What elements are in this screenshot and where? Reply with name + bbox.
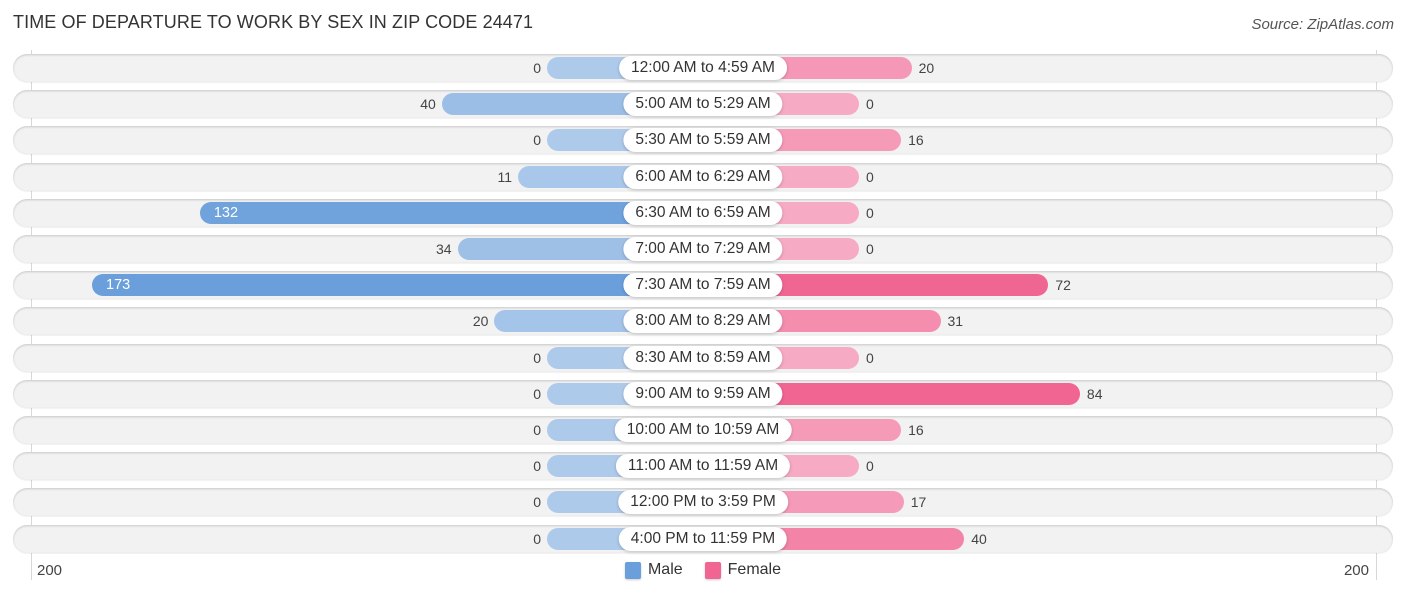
category-label: 5:30 AM to 5:59 AM — [623, 128, 783, 153]
male-value-label: 0 — [533, 458, 541, 475]
male-value-label: 173 — [106, 277, 131, 294]
female-value-label: 0 — [866, 241, 874, 257]
male-value-label: 0 — [533, 132, 541, 149]
male-value-label: 132 — [213, 204, 239, 221]
female-value-label: 17 — [910, 494, 927, 511]
legend-label-male: Male — [647, 561, 683, 578]
legend-label-female: Female — [727, 561, 782, 578]
category-label: 7:00 AM to 7:29 AM — [623, 237, 783, 261]
male-value-label: 20 — [472, 313, 489, 330]
category-label: 7:30 AM to 7:59 AM — [623, 273, 783, 298]
category-label: 12:00 AM to 4:59 AM — [619, 56, 787, 80]
category-label: 8:00 AM to 8:29 AM — [623, 309, 783, 334]
female-value-label: 72 — [1055, 277, 1071, 294]
female-value-label: 31 — [947, 313, 964, 330]
female-value-label: 0 — [866, 458, 874, 475]
legend-swatch-male — [624, 561, 641, 579]
male-value-label: 11 — [497, 168, 513, 185]
category-label: 11:00 AM to 11:59 AM — [615, 454, 791, 479]
female-value-label: 0 — [866, 204, 874, 221]
category-label: 10:00 AM to 10:59 AM — [614, 418, 792, 442]
legend: Male Female — [0, 561, 1406, 579]
male-bar[interactable] — [92, 274, 703, 297]
legend-item-male[interactable]: Male — [624, 561, 683, 579]
chart-title: TIME OF DEPARTURE TO WORK BY SEX IN ZIP … — [13, 12, 534, 32]
category-label: 6:00 AM to 6:29 AM — [623, 164, 783, 189]
male-value-label: 40 — [420, 96, 436, 113]
male-value-label: 0 — [533, 530, 541, 547]
legend-swatch-female — [704, 561, 721, 579]
female-value-label: 0 — [866, 168, 874, 185]
legend-item-female[interactable]: Female — [704, 561, 782, 579]
category-label: 4:00 PM to 11:59 PM — [618, 526, 788, 551]
female-value-label: 0 — [866, 349, 874, 366]
female-value-label: 84 — [1086, 385, 1103, 402]
female-value-label: 16 — [908, 132, 924, 149]
source-label: Source: ZipAtlas.com — [1251, 16, 1394, 33]
category-label: 5:00 AM to 5:29 AM — [623, 92, 783, 117]
category-label: 9:00 AM to 9:59 AM — [623, 381, 783, 406]
male-value-label: 0 — [533, 349, 541, 366]
female-value-label: 20 — [918, 60, 935, 76]
female-value-label: 16 — [908, 422, 924, 438]
category-label: 12:00 PM to 3:59 PM — [618, 490, 788, 515]
category-label: 6:30 AM to 6:59 AM — [623, 200, 783, 225]
male-value-label: 34 — [436, 241, 452, 257]
category-label: 8:30 AM to 8:59 AM — [623, 345, 783, 370]
male-value-label: 0 — [533, 422, 541, 438]
female-value-label: 40 — [971, 530, 987, 547]
male-value-label: 0 — [533, 385, 541, 402]
male-value-label: 0 — [533, 60, 541, 76]
female-value-label: 0 — [866, 96, 874, 113]
male-value-label: 0 — [533, 494, 541, 511]
